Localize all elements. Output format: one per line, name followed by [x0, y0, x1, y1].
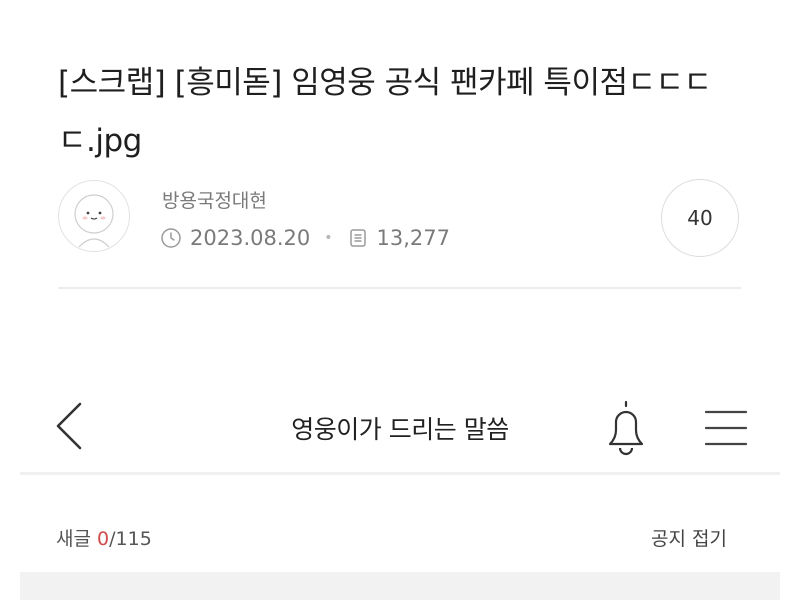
new-post-label: 새글 [56, 528, 91, 550]
comment-count-button[interactable]: 40 [661, 179, 739, 257]
author-name[interactable]: 방용국정대현 [162, 186, 267, 213]
post-meta: 2023.08.20 • 13,277 [160, 223, 450, 253]
document-icon [347, 227, 369, 249]
hamburger-menu-icon [704, 410, 748, 446]
new-post-count: 새글 0/115 [56, 524, 152, 551]
new-post-total: /115 [109, 528, 152, 550]
post-date: 2023.08.20 [190, 226, 311, 250]
header-divider [58, 287, 741, 289]
notification-button[interactable] [596, 396, 656, 458]
bell-icon [608, 400, 644, 456]
menu-button[interactable] [703, 408, 749, 448]
avatar-character-icon [74, 194, 114, 248]
comment-count: 40 [687, 206, 713, 230]
cafe-top-bar: 영웅이가 드리는 말씀 [0, 370, 800, 480]
post-title: [스크랩] [흥미돋] 임영웅 공식 팬카페 특이점ㄷㄷㄷㄷ.jpg [58, 65, 712, 159]
collapse-notices-button[interactable]: 공지 접기 [651, 524, 727, 551]
content-separator [20, 572, 780, 600]
clock-icon [160, 227, 182, 249]
top-bar-divider [20, 472, 780, 475]
new-post-current: 0 [97, 528, 110, 550]
cafe-board-title: 영웅이가 드리는 말씀 [291, 415, 509, 444]
view-count: 13,277 [376, 226, 450, 250]
author-avatar[interactable] [58, 180, 130, 252]
meta-separator: • [324, 230, 333, 246]
